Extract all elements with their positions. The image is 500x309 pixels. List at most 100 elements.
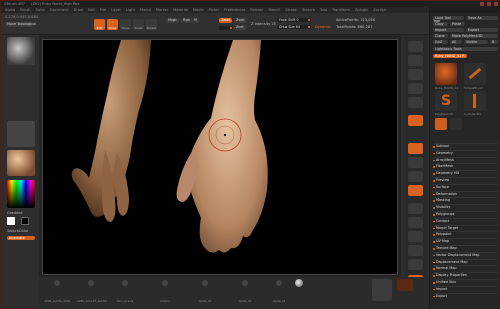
actual-button[interactable] bbox=[408, 97, 423, 108]
menu-item[interactable]: Document bbox=[50, 8, 69, 12]
tool-section-header[interactable]: Subtool bbox=[433, 143, 499, 148]
scale-button[interactable]: Scale bbox=[133, 19, 144, 30]
tool-thumb-simplebrush[interactable] bbox=[464, 63, 486, 85]
lsym-button[interactable] bbox=[408, 171, 423, 182]
menu-item[interactable]: Layer bbox=[111, 8, 121, 12]
menu-item[interactable]: Marker bbox=[156, 8, 168, 12]
menu-item[interactable]: Movie bbox=[193, 8, 204, 12]
move-button[interactable]: Move bbox=[120, 19, 131, 30]
menu-item[interactable]: File bbox=[100, 8, 106, 12]
s-icon[interactable]: S bbox=[435, 91, 457, 111]
m-button[interactable]: M bbox=[192, 18, 199, 23]
brush-thumbnail[interactable] bbox=[7, 37, 35, 65]
goz-all-button[interactable]: All bbox=[450, 40, 462, 44]
tool-section-header[interactable]: Import bbox=[433, 285, 499, 291]
scale-view-button[interactable] bbox=[408, 231, 423, 242]
document-canvas[interactable] bbox=[42, 39, 398, 275]
polyf-button[interactable] bbox=[408, 259, 423, 270]
tool-section-header[interactable]: Polypaint bbox=[433, 231, 499, 236]
menu-item[interactable]: Zplugin bbox=[355, 8, 369, 12]
current-tool-name[interactable]: Ruby_HAND_01 R bbox=[433, 54, 467, 58]
tool-thumb-small-2[interactable] bbox=[450, 118, 462, 130]
menu-item[interactable]: Texture bbox=[302, 8, 315, 12]
tool-section-header[interactable]: Vector Displacement Map bbox=[433, 251, 499, 257]
save-as-button[interactable]: Save As bbox=[466, 16, 498, 20]
lightbox-tools-button[interactable]: Lightbox ▸ Tools bbox=[433, 47, 498, 51]
draw-size-slider[interactable]: Draw Size 64 bbox=[277, 25, 311, 29]
tool-section-header[interactable]: UV Map bbox=[433, 238, 499, 243]
menu-item[interactable]: Stroke bbox=[285, 8, 296, 12]
tool-section-header[interactable]: Unified Skin bbox=[433, 279, 499, 284]
menu-item[interactable]: Transform bbox=[332, 8, 350, 12]
alpha-slot[interactable]: APPS_ALPHA_SKIN bbox=[43, 280, 71, 306]
tool-section-header[interactable]: Normal Map bbox=[433, 265, 499, 270]
dynamic-toggle[interactable]: Dynamic bbox=[315, 25, 331, 29]
import-tool-button[interactable]: Import bbox=[433, 28, 464, 32]
stroke-thumbnail[interactable] bbox=[7, 121, 35, 147]
tool-section-header[interactable]: Export bbox=[433, 292, 499, 298]
material-sphere-icon[interactable] bbox=[295, 279, 303, 287]
move-view-button[interactable] bbox=[408, 217, 423, 228]
maximize-icon[interactable] bbox=[487, 2, 491, 6]
goz-button[interactable]: GoZ bbox=[433, 40, 448, 44]
menu-item[interactable]: Material bbox=[173, 8, 188, 12]
menu-item[interactable]: Light bbox=[126, 8, 135, 12]
clone-button[interactable]: Clone bbox=[433, 34, 448, 38]
tool-section-header[interactable]: Geometry HD bbox=[433, 170, 499, 175]
mrgb-button[interactable]: Mrgb bbox=[166, 18, 179, 23]
tool-section-header[interactable]: ArrayMesh bbox=[433, 156, 499, 162]
alpha-slot[interactable]: Skin_Grains bbox=[111, 280, 139, 306]
tool-section-header[interactable]: Morph Target bbox=[433, 224, 499, 230]
menu-item[interactable]: Macro bbox=[140, 8, 151, 12]
zcut-button[interactable]: Zcut bbox=[234, 25, 246, 30]
menu-item[interactable]: Tool bbox=[320, 8, 327, 12]
edit-button[interactable]: Edit bbox=[94, 19, 105, 30]
rotate-button[interactable]: Rotate bbox=[146, 19, 157, 30]
brush-selector[interactable]: Move Topological bbox=[5, 22, 36, 27]
alpha-slot[interactable]: ZAlpha bbox=[151, 280, 179, 306]
alternate-button[interactable]: Alternate bbox=[7, 236, 35, 240]
local-button[interactable] bbox=[408, 157, 423, 168]
tool-section-header[interactable]: Displacement Map bbox=[433, 258, 499, 264]
load-tool-button[interactable]: Load Tool bbox=[433, 16, 464, 20]
alpha-slot[interactable]: Alpha_03 bbox=[265, 280, 293, 306]
frame-button[interactable] bbox=[408, 203, 423, 214]
material-thumbnail[interactable] bbox=[7, 150, 35, 176]
paste-tool-button[interactable]: Paste bbox=[450, 22, 465, 26]
xyz-button[interactable] bbox=[408, 185, 423, 196]
tool-section-header[interactable]: Preview bbox=[433, 177, 499, 182]
tool-section-header[interactable]: Geometry bbox=[433, 149, 499, 155]
menu-item[interactable]: Brush bbox=[20, 8, 30, 12]
tool-thumb-hand[interactable] bbox=[435, 63, 457, 85]
spix-button[interactable] bbox=[408, 55, 423, 66]
menu-item[interactable]: Render bbox=[250, 8, 263, 12]
tool-thumb-polymesh[interactable] bbox=[464, 91, 486, 111]
tool-section-header[interactable]: Polygroups bbox=[433, 211, 499, 216]
tool-section-header[interactable]: Texture Map bbox=[433, 245, 499, 250]
scroll-button[interactable] bbox=[408, 69, 423, 80]
tool-section-header[interactable]: Display Properties bbox=[433, 272, 499, 277]
draw-button[interactable]: Draw bbox=[107, 19, 118, 30]
tool-section-header[interactable]: Contact bbox=[433, 217, 499, 223]
tool-section-header[interactable]: Surface bbox=[433, 183, 499, 189]
menu-item[interactable]: Alpha bbox=[5, 8, 15, 12]
menu-item[interactable]: Stencil bbox=[268, 8, 280, 12]
menu-item[interactable]: Preferences bbox=[224, 8, 245, 12]
tool-section-header[interactable]: Deformation bbox=[433, 190, 499, 196]
menu-item[interactable]: Color bbox=[36, 8, 45, 12]
rotate-view-button[interactable] bbox=[408, 245, 423, 256]
zadd-button[interactable]: Zadd bbox=[219, 18, 232, 23]
alpha-slot[interactable]: APPS_SCULPT_ALPHA bbox=[77, 280, 107, 306]
menu-item[interactable]: Draw bbox=[74, 8, 83, 12]
rgb-intensity-slider[interactable] bbox=[219, 26, 233, 30]
persp-button[interactable] bbox=[408, 115, 423, 126]
texture-thumbnail[interactable] bbox=[397, 279, 413, 291]
menu-item[interactable]: Zscript bbox=[373, 8, 385, 12]
tool-section-header[interactable]: Masking bbox=[433, 197, 499, 202]
tool-thumb-small-1[interactable] bbox=[435, 118, 447, 130]
tool-section-header[interactable]: FiberMesh bbox=[433, 163, 499, 168]
zsub-button[interactable]: Zsub bbox=[234, 18, 247, 23]
alpha-slot[interactable]: Alpha_01 bbox=[191, 280, 219, 306]
goz-visible-button[interactable]: Visible bbox=[464, 40, 488, 44]
bpr-button[interactable] bbox=[408, 41, 423, 52]
